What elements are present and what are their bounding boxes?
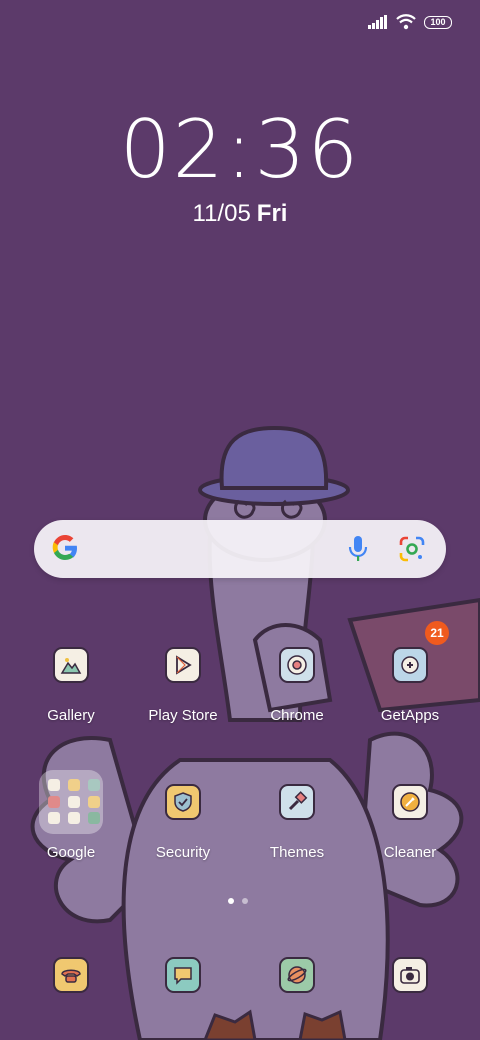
- dock-phone[interactable]: [16, 957, 126, 993]
- browser-icon: [279, 957, 315, 993]
- app-google-folder[interactable]: Google: [16, 770, 126, 861]
- cleaner-icon: [392, 784, 428, 820]
- app-label: Play Store: [148, 707, 218, 724]
- battery-indicator: 100: [424, 15, 452, 29]
- app-cleaner[interactable]: Cleaner: [355, 784, 465, 861]
- app-play-store[interactable]: Play Store: [128, 647, 238, 724]
- app-label: Gallery: [47, 707, 95, 724]
- clock-date: 11/05 Fri: [0, 200, 480, 228]
- status-bar: 100: [368, 12, 452, 32]
- date-text: 11/05: [192, 200, 251, 227]
- signal-icon: [368, 15, 387, 29]
- weekday-text: Fri: [256, 200, 288, 227]
- google-g-icon: [52, 535, 77, 560]
- google-lens-icon[interactable]: [398, 535, 426, 563]
- voice-search-icon[interactable]: [348, 534, 368, 564]
- page-indicator: [228, 898, 248, 904]
- play-store-icon: [165, 647, 201, 683]
- phone-icon: [53, 957, 89, 993]
- camera-icon: [392, 957, 428, 993]
- app-label: Google: [46, 844, 96, 861]
- app-themes[interactable]: Themes: [242, 784, 352, 861]
- messages-icon: [165, 957, 201, 993]
- google-folder-icon: [39, 770, 103, 834]
- wifi-icon: [396, 14, 416, 30]
- app-label: GetApps: [380, 707, 440, 724]
- app-gallery[interactable]: Gallery: [16, 647, 126, 724]
- app-chrome[interactable]: Chrome: [242, 647, 352, 724]
- app-label: Security: [155, 844, 211, 861]
- google-search-bar[interactable]: [34, 520, 446, 578]
- chrome-icon: [279, 647, 315, 683]
- themes-icon: [279, 784, 315, 820]
- security-icon: [165, 784, 201, 820]
- page-dot-current: [228, 898, 234, 904]
- app-security[interactable]: Security: [128, 784, 238, 861]
- getapps-icon: [392, 647, 428, 683]
- clock-time[interactable]: 02:36: [0, 104, 480, 196]
- dock-browser[interactable]: [242, 957, 352, 993]
- notification-badge: 21: [425, 621, 449, 645]
- app-label: Themes: [269, 844, 325, 861]
- gallery-icon: [53, 647, 89, 683]
- dock-messages[interactable]: [128, 957, 238, 993]
- dock-camera[interactable]: [355, 957, 465, 993]
- app-label: Cleaner: [383, 844, 437, 861]
- app-getapps[interactable]: 21 GetApps: [355, 621, 465, 724]
- page-dot: [242, 898, 248, 904]
- app-label: Chrome: [270, 707, 324, 724]
